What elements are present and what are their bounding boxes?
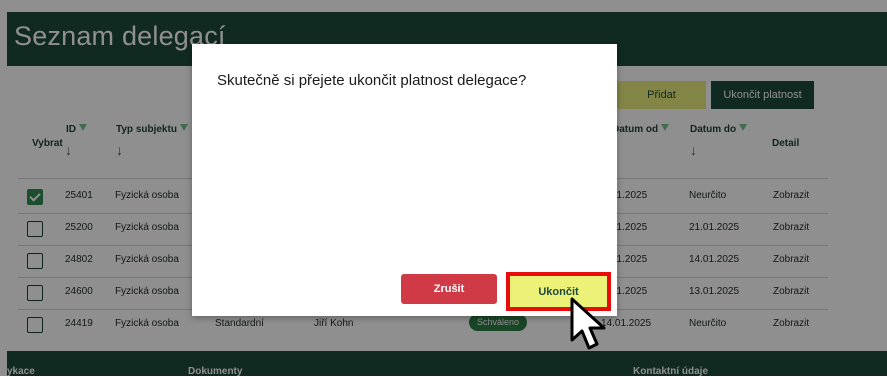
confirm-dialog: Skutečně si přejete ukončit platnost del…	[192, 44, 617, 316]
dialog-question: Skutečně si přejete ukončit platnost del…	[217, 72, 527, 89]
pointer-cursor-icon	[570, 297, 606, 350]
cancel-button[interactable]: Zrušit	[401, 274, 497, 304]
